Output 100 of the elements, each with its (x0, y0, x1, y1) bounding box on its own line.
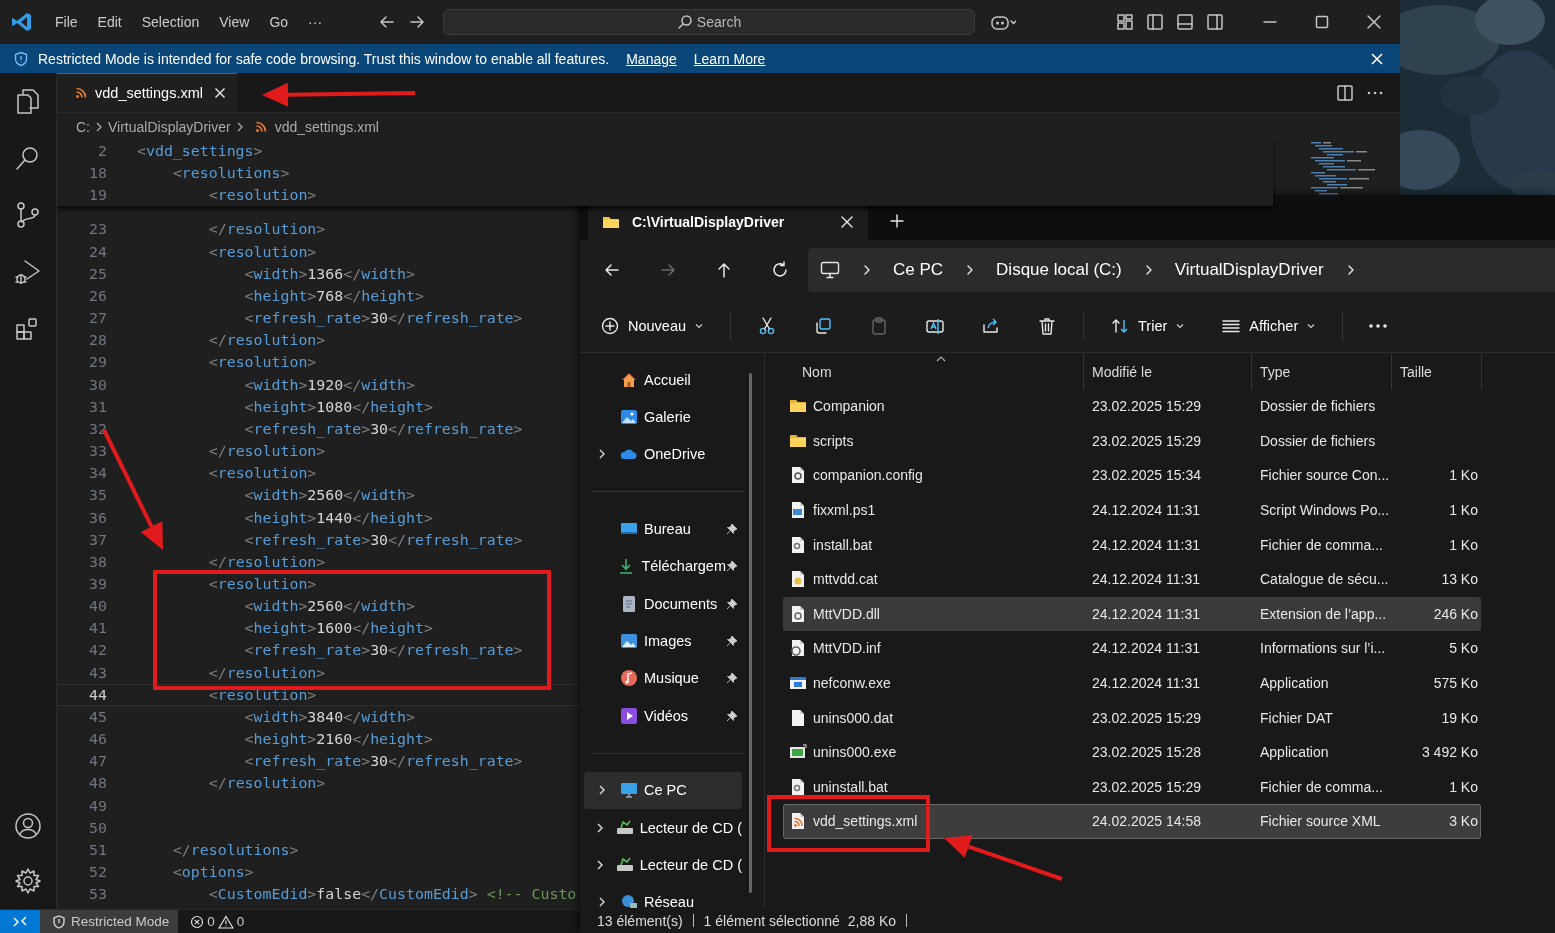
chevron-right-icon[interactable] (598, 448, 606, 461)
run-debug-icon[interactable] (14, 258, 42, 286)
line-number: 50 (88, 817, 108, 839)
forward-arrow-icon[interactable] (408, 13, 426, 31)
editor-tab[interactable]: vdd_settings.xml (57, 73, 237, 112)
settings-icon[interactable] (14, 867, 42, 895)
address-segment[interactable]: Disque local (C:) (996, 260, 1122, 280)
source-control-icon[interactable] (14, 201, 42, 229)
code-line: <refresh_rate>30</refresh_rate> (243, 640, 523, 662)
line-number: 18 (88, 163, 108, 185)
file-row[interactable]: unins000.exe 23.02.2025 15:28 Application 3 492 Ko (783, 734, 1481, 770)
layout-grid-icon[interactable] (1116, 13, 1134, 31)
account-icon[interactable] (14, 812, 42, 840)
file-name: Companion (813, 398, 885, 415)
file-row[interactable]: install.bat 24.12.2024 11:31 Fichier de comma... 1 Ko (783, 527, 1481, 562)
breadcrumb-item[interactable]: vdd_settings.xml (274, 118, 379, 135)
scrollbar[interactable] (749, 373, 752, 893)
column-header[interactable]: Type (1252, 354, 1392, 390)
address-segment[interactable]: VirtualDisplayDriver (1174, 260, 1324, 280)
close-icon[interactable] (1366, 14, 1382, 30)
file-row[interactable]: uninstall.bat 23.02.2025 15:29 Fichier de comma... 1 Ko (783, 769, 1481, 805)
code-editor-logo-icon[interactable] (11, 11, 33, 33)
navigation-item[interactable]: Vidéos (584, 697, 742, 735)
navigation-item[interactable]: Documents (584, 584, 742, 623)
panel-toggle-icon[interactable] (1176, 13, 1194, 31)
toolbar-button[interactable]: Trier (1100, 308, 1196, 344)
navigation-item[interactable]: Téléchargem (584, 547, 742, 585)
file-row[interactable]: nefconw.exe 24.12.2024 11:31 Application 575 Ko (783, 665, 1481, 701)
file-row[interactable]: MttVDD.inf 24.12.2024 11:31 Informations sur l’i... 5 Ko (783, 631, 1481, 666)
navigation-item[interactable]: Galerie (584, 398, 742, 436)
breadcrumb-item[interactable]: C: (76, 118, 90, 135)
address-bar[interactable]: Ce PC Disque local (C:) VirtualDisplayDriver (808, 248, 1555, 292)
modified-date: 24.12.2024 11:31 (1092, 675, 1200, 692)
address-segment[interactable]: Ce PC (893, 260, 944, 280)
column-header[interactable]: Taille (1392, 354, 1482, 390)
code-line: <CustomEdid>false</CustomEdid> <!-- Custo (207, 884, 577, 906)
network-icon (620, 893, 638, 908)
menu-item[interactable]: Edit (87, 10, 132, 34)
menu-item[interactable]: View (209, 10, 260, 34)
modified-date: 23.02.2025 15:29 (1092, 778, 1201, 795)
secondary-sidebar-icon[interactable] (1206, 13, 1224, 31)
file-row[interactable]: unins000.dat 23.02.2025 15:29 Fichier DAT 19 Ko (783, 700, 1481, 735)
error-icon (190, 914, 205, 929)
restricted-mode-indicator[interactable]: Restricted Mode (40, 910, 179, 933)
banner-link[interactable]: Learn More (693, 50, 766, 67)
split-editor-icon[interactable] (1336, 83, 1354, 102)
maximize-icon[interactable] (1314, 14, 1330, 30)
file-size: 1 Ko (1449, 536, 1478, 553)
back-arrow-icon[interactable] (378, 13, 396, 31)
search-icon (676, 14, 693, 30)
file-row[interactable]: mttvdd.cat 24.12.2024 11:31 Catalogue de sécu... 13 Ko (783, 561, 1481, 597)
file-row[interactable]: Companion 23.02.2025 15:29 Dossier de fichiers (783, 389, 1481, 424)
menu-item[interactable]: File (45, 10, 88, 34)
chevron-right-icon[interactable] (862, 263, 872, 277)
file-row[interactable]: scripts 23.02.2025 15:29 Dossier de fichiers (783, 423, 1481, 459)
trash-icon (1037, 316, 1058, 336)
menu-item[interactable]: Go (259, 10, 299, 34)
navigation-item[interactable]: Ce PC (584, 771, 742, 809)
search-placeholder: Search (696, 14, 742, 30)
code-line: </resolutions> (171, 839, 299, 861)
problems-indicator[interactable]: 0 0 (178, 914, 245, 929)
menu-item[interactable]: ··· (298, 10, 333, 34)
navigation-item[interactable]: Images (584, 622, 742, 660)
file-row[interactable]: fixxml.ps1 24.12.2024 11:31 Script Windows Po... 1 Ko (783, 492, 1481, 528)
close-icon[interactable] (213, 85, 227, 100)
code-line: <width>1920</width> (243, 374, 415, 396)
banner-link[interactable]: Manage (626, 50, 677, 67)
navigation-item[interactable]: Réseau (584, 883, 742, 908)
files-icon[interactable] (14, 87, 42, 115)
file-row[interactable]: MttVDD.dll 24.12.2024 11:31 Extension de l’app... 246 Ko (783, 596, 1481, 632)
toolbar-button[interactable]: Nouveau (590, 308, 715, 344)
navigation-item[interactable]: Lecteur de CD ( (584, 846, 742, 884)
toolbar-button[interactable]: Afficher (1211, 308, 1327, 344)
navigation-item[interactable]: Bureau (584, 510, 742, 548)
sidebar-toggle-icon[interactable] (1146, 13, 1164, 31)
navigation-item[interactable]: Musique (584, 659, 742, 698)
file-size: 3 492 Ko (1421, 744, 1478, 761)
chevron-right-icon[interactable] (598, 896, 606, 908)
refresh-icon[interactable] (770, 260, 790, 280)
chevron-right-icon[interactable] (598, 784, 606, 797)
search-field[interactable]: Search (443, 9, 975, 35)
new-tab-icon[interactable] (890, 214, 904, 228)
monitor-icon (820, 261, 840, 279)
column-header[interactable]: Modifié le (1084, 354, 1252, 390)
chevron-right-icon[interactable] (595, 859, 604, 871)
breadcrumb-item[interactable]: VirtualDisplayDriver (108, 118, 231, 135)
file-row[interactable]: vdd_settings.xml 24.02.2025 14:58 Fichier source XML 3 Ko (783, 804, 1481, 839)
file-row[interactable]: companion.config 23.02.2025 15:34 Fichier source Con... 1 Ko (783, 458, 1481, 493)
file-size: 1 Ko (1449, 467, 1478, 484)
chevron-right-icon[interactable] (595, 821, 604, 834)
navigation-item[interactable]: Accueil (584, 361, 742, 399)
rename-icon (925, 316, 946, 336)
menu-item[interactable]: Selection (131, 10, 210, 34)
code-line: <width>3840</width> (243, 706, 415, 728)
file-name: fixxml.ps1 (813, 502, 876, 519)
navigation-item[interactable]: OneDrive (584, 435, 742, 474)
navigation-item[interactable]: Lecteur de CD ( (584, 808, 742, 847)
robot-icon[interactable] (990, 13, 1016, 31)
banner-message: Restricted Mode is intended for safe code browsing. Trust this window to enable all features. (38, 50, 610, 67)
column-header[interactable]: Nom (784, 354, 1084, 390)
